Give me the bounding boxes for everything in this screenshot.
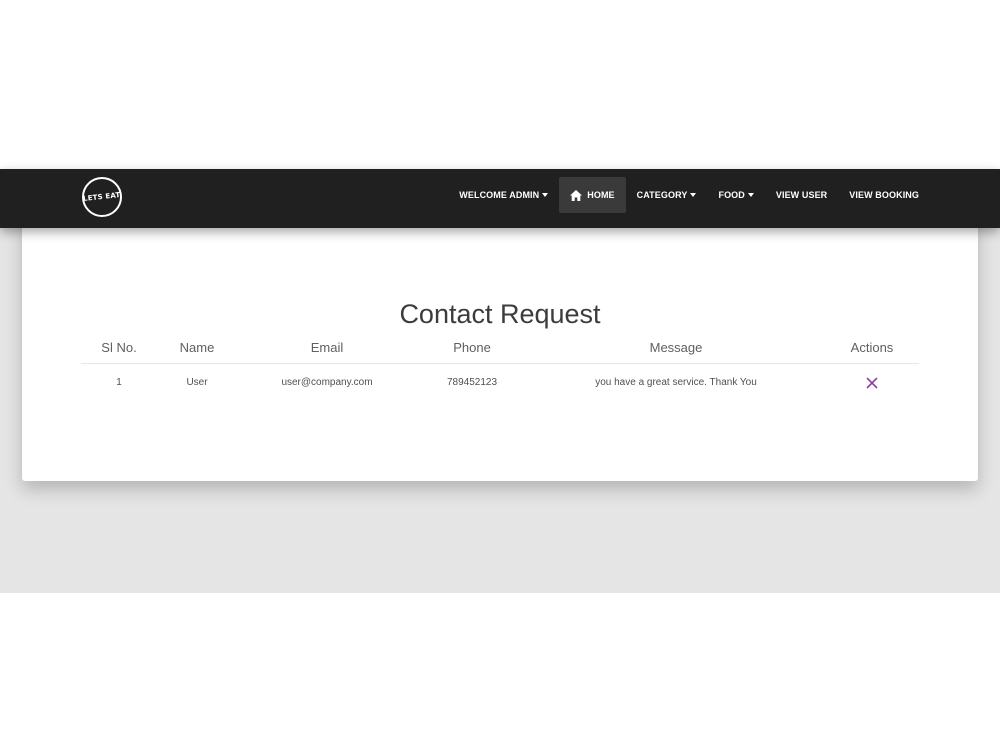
- brand-logo-text: LETS EAT: [82, 191, 122, 203]
- column-header-name: Name: [157, 332, 237, 364]
- nav-item-label: VIEW USER: [775, 190, 828, 200]
- cell-actions: [825, 364, 919, 402]
- cell-name: User: [186, 377, 208, 388]
- nav-item-label: HOME: [587, 190, 615, 200]
- contact-request-table: Sl No. Name Email Phone Message Actions …: [81, 332, 919, 401]
- nav-item-welcome-admin[interactable]: WELCOME ADMIN: [448, 177, 559, 213]
- column-header-message: Message: [527, 332, 825, 364]
- nav-item-view-user[interactable]: VIEW USER: [765, 177, 838, 213]
- cell-email: user@company.com: [281, 377, 373, 388]
- nav-item-food[interactable]: FOOD: [707, 177, 764, 213]
- page-title: Contact Request: [399, 299, 601, 329]
- app-screen: LETS EAT WELCOME ADMIN HOME CATEGORY FOO…: [0, 169, 1000, 593]
- home-icon: [570, 189, 583, 201]
- nav-item-label: CATEGORY: [636, 190, 688, 200]
- caret-down-icon: [690, 193, 697, 197]
- caret-down-icon: [747, 193, 754, 197]
- brand-logo[interactable]: LETS EAT: [82, 177, 122, 217]
- close-icon[interactable]: [865, 376, 879, 390]
- cell-sl-no: 1: [116, 377, 122, 388]
- column-header-email: Email: [237, 332, 417, 364]
- cell-phone: 789452123: [446, 377, 498, 388]
- nav-item-label: FOOD: [718, 190, 745, 200]
- nav-item-category[interactable]: CATEGORY: [626, 177, 708, 213]
- navbar: LETS EAT WELCOME ADMIN HOME CATEGORY FOO…: [0, 169, 1000, 228]
- column-header-sl-no: Sl No.: [81, 332, 157, 364]
- column-header-actions: Actions: [825, 332, 919, 364]
- nav-menu: WELCOME ADMIN HOME CATEGORY FOOD VIEW US…: [448, 177, 930, 213]
- nav-item-label: WELCOME ADMIN: [459, 190, 540, 200]
- nav-item-label: VIEW BOOKING: [849, 190, 919, 200]
- nav-item-view-booking[interactable]: VIEW BOOKING: [838, 177, 930, 213]
- cell-message: you have a great service. Thank You: [595, 377, 757, 388]
- column-header-phone: Phone: [417, 332, 527, 364]
- nav-item-home[interactable]: HOME: [559, 177, 626, 213]
- table-row: 1 User user@company.com 789452123 you ha…: [81, 364, 919, 402]
- caret-down-icon: [542, 193, 549, 197]
- table-header-row: Sl No. Name Email Phone Message Actions: [81, 332, 919, 364]
- contact-request-card: Contact Request Sl No. Name Email Phone …: [22, 211, 978, 481]
